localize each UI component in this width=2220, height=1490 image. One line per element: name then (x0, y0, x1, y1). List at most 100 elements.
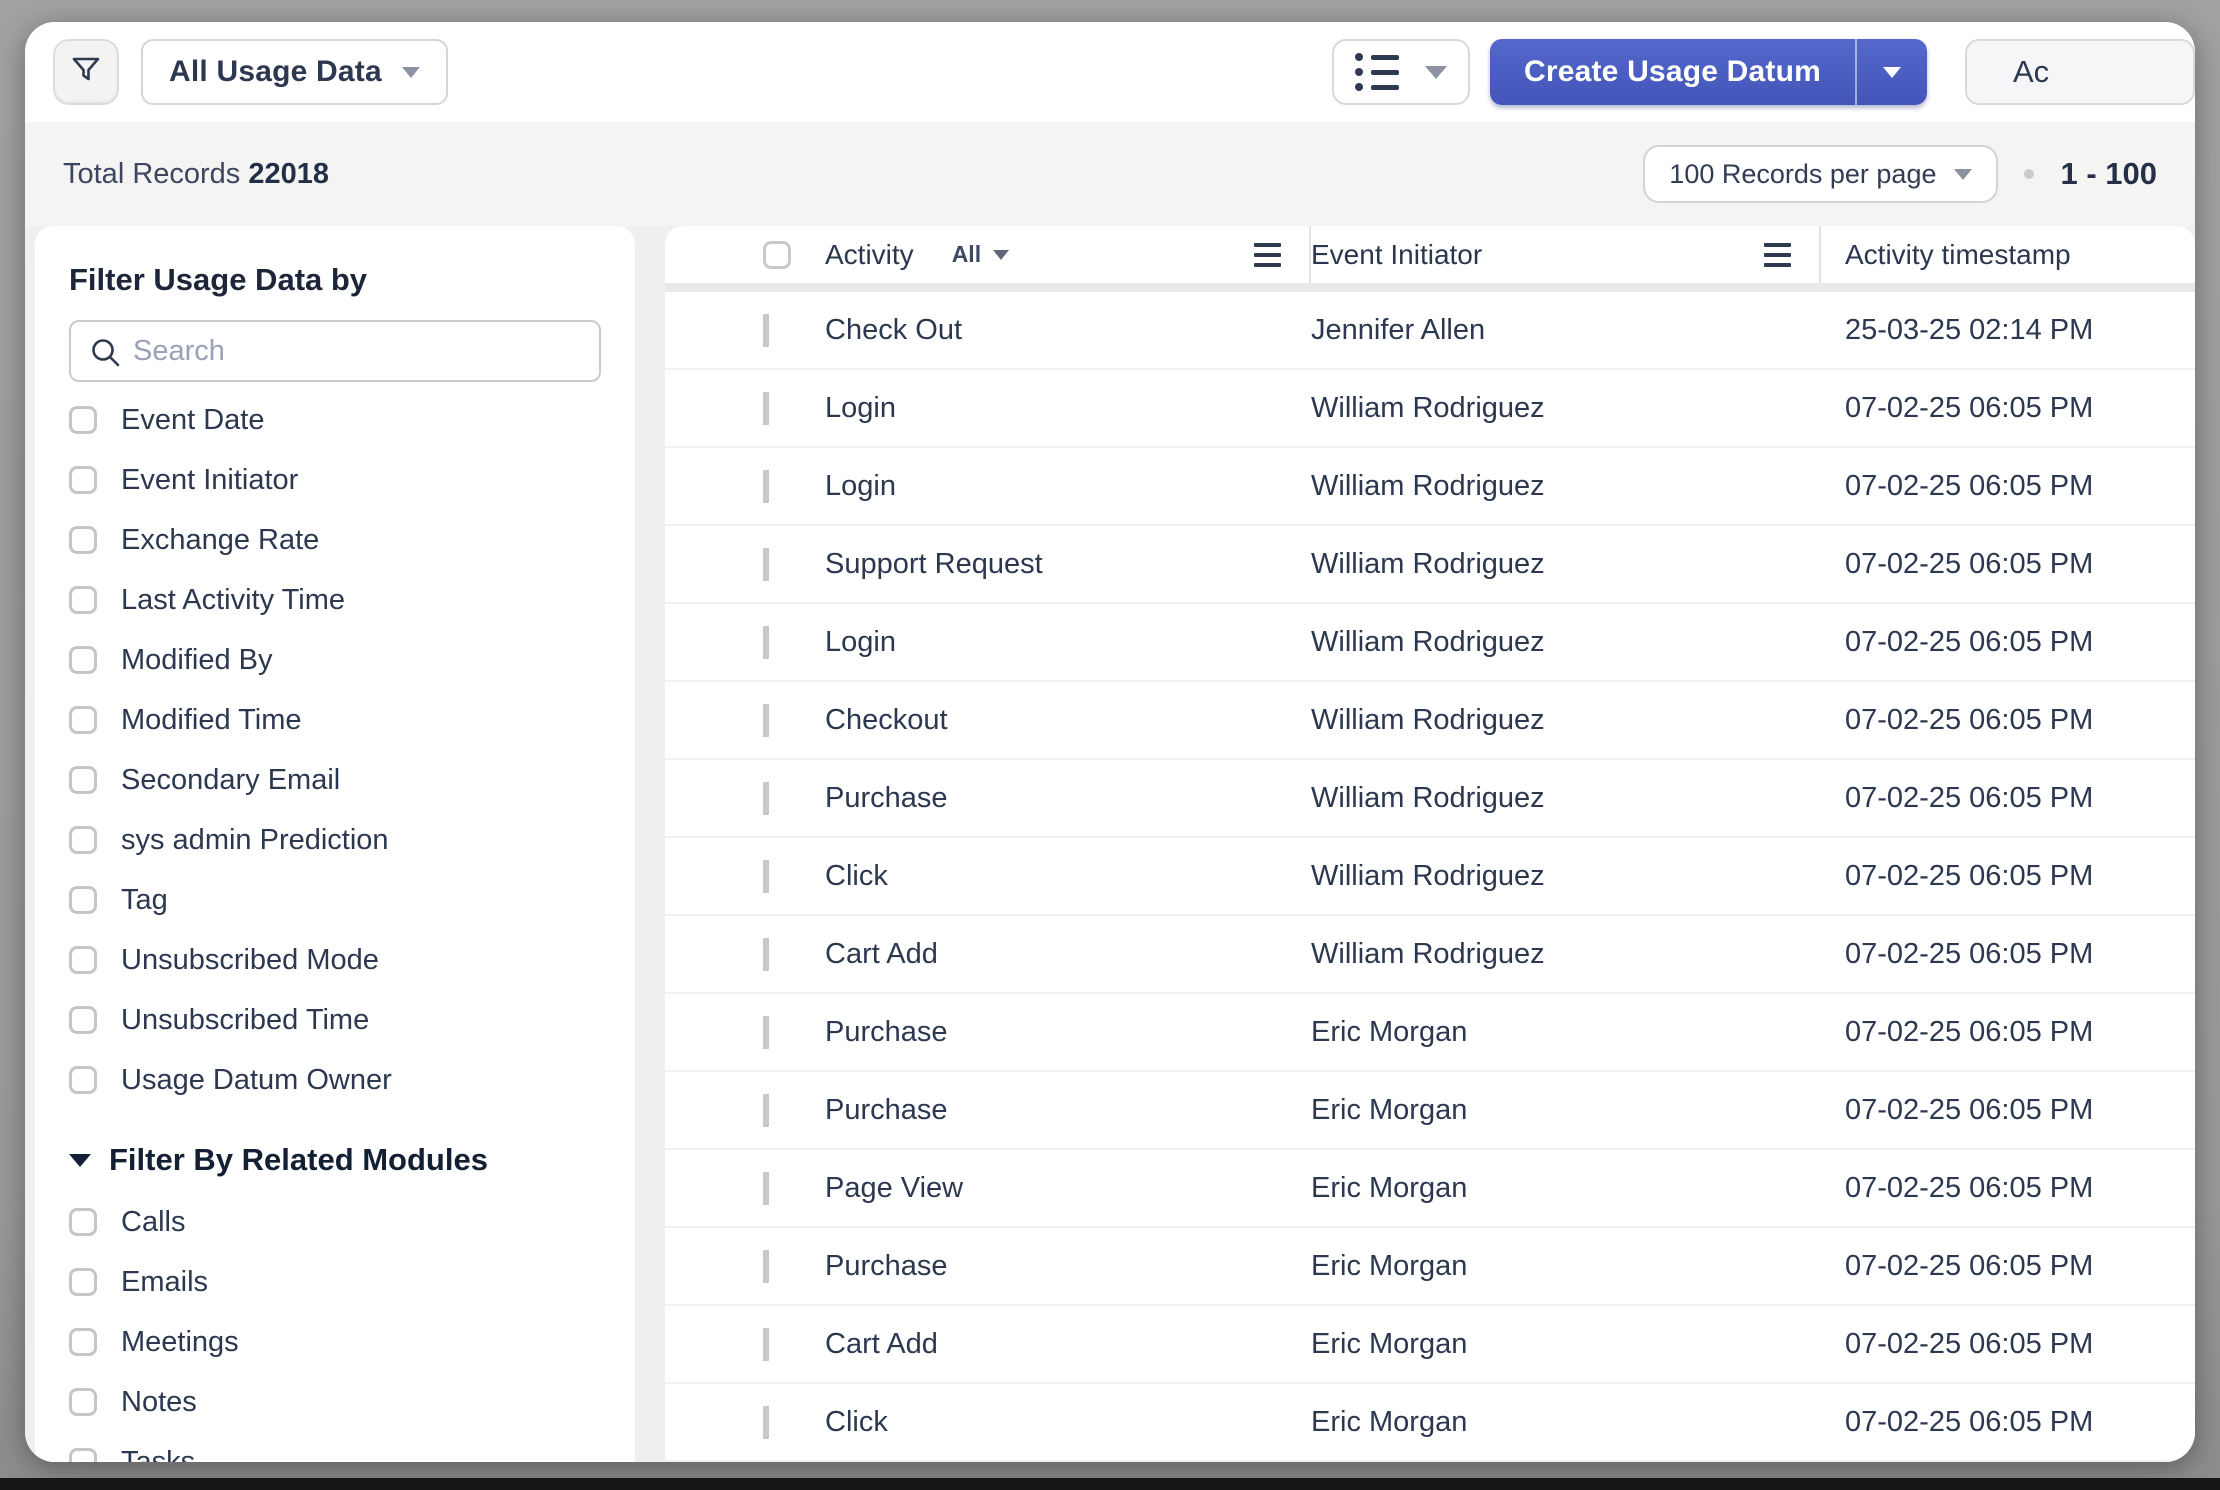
table-row[interactable]: Cart Add Eric Morgan 07-02-25 06:05 PM (665, 1306, 2195, 1384)
checkbox[interactable] (69, 406, 97, 434)
filter-field-item[interactable]: Modified Time (69, 690, 601, 750)
filter-field-item[interactable]: Event Initiator (69, 450, 601, 510)
filter-button[interactable] (53, 39, 119, 105)
records-table: Activity All Event Initiator Activity ti… (665, 226, 2195, 1462)
filter-field-label: Modified Time (121, 703, 302, 736)
filter-field-item[interactable]: Tag (69, 870, 601, 930)
timestamp-cell: 07-02-25 06:05 PM (1845, 1171, 2094, 1204)
activity-cell: Click (825, 1405, 888, 1438)
column-header-timestamp[interactable]: Activity timestamp (1821, 226, 2195, 283)
column-menu-icon[interactable] (1764, 242, 1791, 267)
list-view-button[interactable] (1331, 39, 1470, 105)
filter-field-item[interactable]: Usage Datum Owner (69, 1050, 601, 1110)
table-row[interactable]: Page View Eric Morgan 07-02-25 06:05 PM (665, 1150, 2195, 1228)
filter-field-item[interactable]: Unsubscribed Time (69, 990, 601, 1050)
sidebar-title: Filter Usage Data by (69, 262, 368, 297)
row-checkbox[interactable] (763, 703, 769, 737)
checkbox[interactable] (69, 586, 97, 614)
select-all-checkbox[interactable] (763, 240, 791, 269)
related-module-item[interactable]: Meetings (69, 1312, 601, 1372)
related-module-item[interactable]: Calls (69, 1192, 601, 1252)
timestamp-cell: 07-02-25 06:05 PM (1845, 1405, 2094, 1438)
checkbox[interactable] (69, 766, 97, 794)
checkbox[interactable] (69, 1328, 97, 1356)
row-checkbox[interactable] (763, 937, 769, 971)
activity-cell: Cart Add (825, 1327, 938, 1360)
column-menu-icon[interactable] (1254, 242, 1281, 267)
row-checkbox[interactable] (763, 1171, 769, 1205)
filter-field-item[interactable]: Modified By (69, 630, 601, 690)
table-row[interactable]: Checkout William Rodriguez 07-02-25 06:0… (665, 682, 2195, 760)
filter-field-item[interactable]: sys admin Prediction (69, 810, 601, 870)
table-row[interactable]: Purchase Eric Morgan 07-02-25 06:05 PM (665, 1228, 2195, 1306)
activity-filter-dropdown[interactable]: All (952, 241, 1010, 268)
filter-field-item[interactable]: Event Date (69, 390, 601, 450)
table-row[interactable]: Click Eric Morgan 07-02-25 06:05 PM (665, 1384, 2195, 1462)
timestamp-cell: 07-02-25 06:05 PM (1845, 937, 2094, 970)
initiator-cell: Jennifer Allen (1311, 313, 1486, 346)
checkbox[interactable] (69, 1388, 97, 1416)
table-row[interactable]: Check Out Jennifer Allen 25-03-25 02:14 … (665, 292, 2195, 370)
filter-field-label: Event Initiator (121, 463, 299, 496)
related-module-item[interactable]: Notes (69, 1372, 601, 1432)
actions-button[interactable]: Ac (1965, 39, 2195, 105)
create-usage-datum-button[interactable]: Create Usage Datum (1490, 39, 1855, 105)
records-per-page-dropdown[interactable]: 100 Records per page (1643, 145, 1999, 203)
related-modules-header[interactable]: Filter By Related Modules (69, 1136, 601, 1184)
row-checkbox[interactable] (763, 1327, 769, 1361)
checkbox[interactable] (69, 706, 97, 734)
checkbox[interactable] (69, 1066, 97, 1094)
search-input[interactable] (71, 322, 599, 380)
view-selector-dropdown[interactable]: All Usage Data (141, 39, 448, 105)
table-row[interactable]: Support Request William Rodriguez 07-02-… (665, 526, 2195, 604)
checkbox[interactable] (69, 1208, 97, 1236)
table-row[interactable]: Login William Rodriguez 07-02-25 06:05 P… (665, 604, 2195, 682)
timestamp-cell: 07-02-25 06:05 PM (1845, 781, 2094, 814)
checkbox[interactable] (69, 1268, 97, 1296)
row-checkbox[interactable] (763, 1405, 769, 1439)
checkbox[interactable] (69, 646, 97, 674)
checkbox[interactable] (69, 1448, 97, 1462)
row-checkbox[interactable] (763, 469, 769, 503)
checkbox[interactable] (69, 946, 97, 974)
row-checkbox-cell (665, 859, 825, 893)
table-row[interactable]: Purchase William Rodriguez 07-02-25 06:0… (665, 760, 2195, 838)
create-usage-datum-menu-button[interactable] (1855, 39, 1927, 105)
checkbox[interactable] (69, 826, 97, 854)
timestamp-cell: 07-02-25 06:05 PM (1845, 703, 2094, 736)
column-header-activity[interactable]: Activity All (825, 226, 1311, 283)
row-checkbox[interactable] (763, 1015, 769, 1049)
column-header-initiator[interactable]: Event Initiator (1311, 226, 1821, 283)
table-row[interactable]: Purchase Eric Morgan 07-02-25 06:05 PM (665, 994, 2195, 1072)
table-row[interactable]: Login William Rodriguez 07-02-25 06:05 P… (665, 448, 2195, 526)
row-checkbox[interactable] (763, 859, 769, 893)
checkbox[interactable] (69, 466, 97, 494)
checkbox[interactable] (69, 886, 97, 914)
timestamp-cell: 07-02-25 06:05 PM (1845, 469, 2094, 502)
filter-field-item[interactable]: Secondary Email (69, 750, 601, 810)
records-bar: Total Records 22018 100 Records per page… (25, 122, 2195, 226)
table-row[interactable]: Cart Add William Rodriguez 07-02-25 06:0… (665, 916, 2195, 994)
related-module-item[interactable]: Tasks (69, 1432, 601, 1462)
row-checkbox[interactable] (763, 781, 769, 815)
filter-field-item[interactable]: Unsubscribed Mode (69, 930, 601, 990)
row-checkbox[interactable] (763, 1093, 769, 1127)
row-checkbox[interactable] (763, 625, 769, 659)
row-checkbox[interactable] (763, 313, 769, 347)
checkbox[interactable] (69, 526, 97, 554)
timestamp-cell: 07-02-25 06:05 PM (1845, 1249, 2094, 1282)
table-row[interactable]: Click William Rodriguez 07-02-25 06:05 P… (665, 838, 2195, 916)
filter-field-item[interactable]: Last Activity Time (69, 570, 601, 630)
checkbox[interactable] (69, 1006, 97, 1034)
app-window: All Usage Data Create Usage Datum Ac Tot… (25, 22, 2195, 1462)
row-checkbox[interactable] (763, 391, 769, 425)
row-checkbox-cell (665, 1171, 825, 1205)
table-row[interactable]: Purchase Eric Morgan 07-02-25 06:05 PM (665, 1072, 2195, 1150)
row-checkbox[interactable] (763, 1249, 769, 1283)
filter-field-item[interactable]: Exchange Rate (69, 510, 601, 570)
search-icon (92, 339, 120, 367)
related-module-item[interactable]: Emails (69, 1252, 601, 1312)
row-checkbox[interactable] (763, 547, 769, 581)
table-row[interactable]: Login William Rodriguez 07-02-25 06:05 P… (665, 370, 2195, 448)
initiator-cell: Eric Morgan (1311, 1327, 1468, 1360)
